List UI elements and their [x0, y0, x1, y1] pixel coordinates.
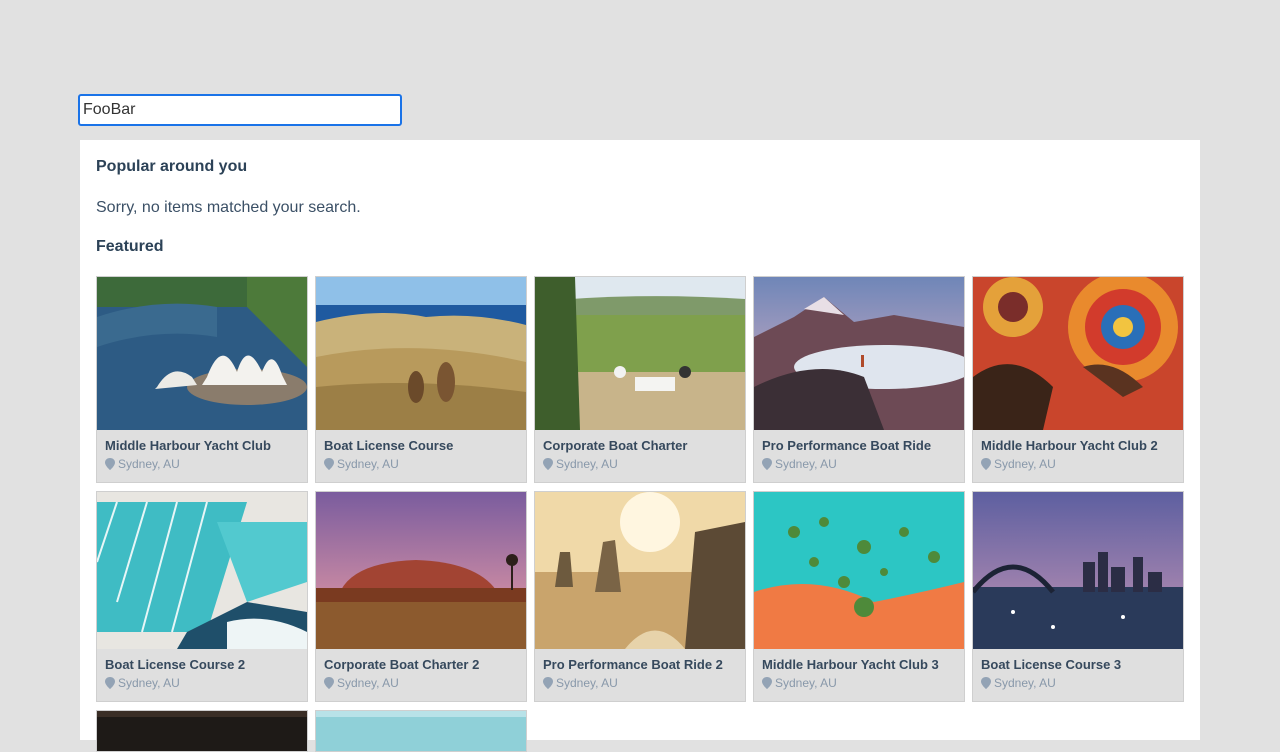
popular-heading: Popular around you — [96, 158, 248, 175]
card-location-text: Sydney, AU — [556, 457, 618, 471]
card-location: Sydney, AU — [324, 457, 518, 471]
card-location: Sydney, AU — [762, 457, 956, 471]
location-pin-icon — [762, 458, 772, 470]
card-location-text: Sydney, AU — [337, 676, 399, 690]
featured-card[interactable]: Corporate Boat Charter 2 Sydney, AU — [315, 491, 527, 702]
location-pin-icon — [105, 677, 115, 689]
card-location-text: Sydney, AU — [775, 676, 837, 690]
card-title: Boat License Course 2 — [105, 657, 246, 672]
card-image — [973, 277, 1183, 430]
card-location: Sydney, AU — [543, 457, 737, 471]
card-title: Middle Harbour Yacht Club — [105, 438, 271, 453]
featured-card[interactable]: Pro Performance Boat Ride Sydney, AU — [753, 276, 965, 483]
card-title: Corporate Boat Charter — [543, 438, 688, 453]
featured-card[interactable]: Middle Harbour Yacht Club 3 Sydney, AU — [753, 491, 965, 702]
card-location-text: Sydney, AU — [775, 457, 837, 471]
location-pin-icon — [324, 458, 334, 470]
featured-grid: Middle Harbour Yacht Club Sydney, AU Boa… — [96, 276, 1184, 752]
location-pin-icon — [981, 458, 991, 470]
card-image — [316, 711, 526, 751]
card-location: Sydney, AU — [105, 457, 299, 471]
card-image — [316, 277, 526, 430]
card-title: Pro Performance Boat Ride — [762, 438, 932, 453]
featured-card[interactable] — [315, 710, 527, 752]
card-image — [316, 492, 526, 649]
featured-card[interactable]: Middle Harbour Yacht Club 2 Sydney, AU — [972, 276, 1184, 483]
featured-card[interactable]: Pro Performance Boat Ride 2 Sydney, AU — [534, 491, 746, 702]
card-location-text: Sydney, AU — [556, 676, 618, 690]
search-input[interactable] — [78, 94, 402, 126]
card-location: Sydney, AU — [981, 676, 1175, 690]
card-title: Boat License Course — [324, 438, 454, 453]
card-image — [973, 492, 1183, 649]
card-location: Sydney, AU — [762, 676, 956, 690]
featured-card[interactable]: Corporate Boat Charter Sydney, AU — [534, 276, 746, 483]
location-pin-icon — [543, 458, 553, 470]
featured-card[interactable]: Middle Harbour Yacht Club Sydney, AU — [96, 276, 308, 483]
location-pin-icon — [762, 677, 772, 689]
card-title: Middle Harbour Yacht Club 2 — [981, 438, 1158, 453]
card-location: Sydney, AU — [543, 676, 737, 690]
card-location-text: Sydney, AU — [337, 457, 399, 471]
search-results-panel: Popular around you Sorry, no items match… — [80, 140, 1200, 752]
card-location-text: Sydney, AU — [118, 457, 180, 471]
card-image — [97, 277, 307, 430]
card-title: Middle Harbour Yacht Club 3 — [762, 657, 939, 672]
card-location-text: Sydney, AU — [994, 457, 1056, 471]
card-image — [97, 492, 307, 649]
featured-card[interactable] — [96, 710, 308, 752]
card-location: Sydney, AU — [324, 676, 518, 690]
card-image — [535, 492, 745, 649]
card-title: Boat License Course 3 — [981, 657, 1122, 672]
location-pin-icon — [324, 677, 334, 689]
card-location: Sydney, AU — [981, 457, 1175, 471]
card-location: Sydney, AU — [105, 676, 299, 690]
location-pin-icon — [543, 677, 553, 689]
card-image — [97, 711, 307, 751]
featured-card[interactable]: Boat License Course 3 Sydney, AU — [972, 491, 1184, 702]
card-location-text: Sydney, AU — [118, 676, 180, 690]
card-image — [535, 277, 745, 430]
featured-heading: Featured — [96, 238, 164, 255]
card-image — [754, 277, 964, 430]
featured-card[interactable]: Boat License Course Sydney, AU — [315, 276, 527, 483]
card-title: Corporate Boat Charter 2 — [324, 657, 480, 672]
featured-card[interactable]: Boat License Course 2 Sydney, AU — [96, 491, 308, 702]
no-results-message: Sorry, no items matched your search. — [96, 199, 361, 216]
card-title: Pro Performance Boat Ride 2 — [543, 657, 723, 672]
location-pin-icon — [105, 458, 115, 470]
card-location-text: Sydney, AU — [994, 676, 1056, 690]
location-pin-icon — [981, 677, 991, 689]
card-image — [754, 492, 964, 649]
